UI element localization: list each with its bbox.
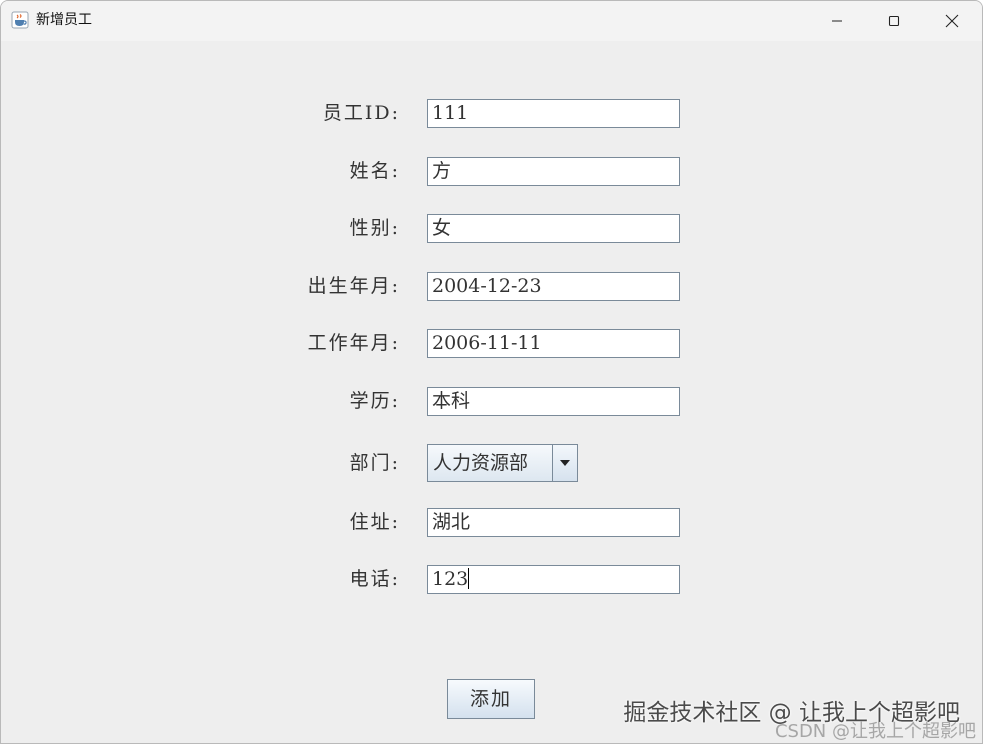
gender-label: 性别: bbox=[349, 217, 400, 239]
gender-input[interactable]: 女 bbox=[427, 214, 680, 243]
employee-id-label: 员工ID: bbox=[322, 102, 400, 124]
chevron-down-icon bbox=[560, 460, 570, 466]
name-label: 姓名: bbox=[349, 160, 400, 182]
birth-date-input[interactable]: 2004-12-23 bbox=[427, 272, 680, 301]
phone-value: 123 bbox=[432, 568, 469, 590]
phone-label: 电话: bbox=[349, 568, 400, 590]
java-cup-icon bbox=[11, 11, 29, 29]
name-input[interactable]: 方 bbox=[427, 157, 680, 186]
phone-input[interactable]: 123 bbox=[427, 565, 680, 594]
department-label: 部门: bbox=[349, 452, 400, 474]
window-title: 新增员工 bbox=[36, 12, 92, 28]
text-caret bbox=[468, 568, 470, 589]
maximize-icon bbox=[888, 15, 900, 27]
work-date-input[interactable]: 2006-11-11 bbox=[427, 329, 680, 358]
employee-id-input[interactable]: 111 bbox=[427, 99, 680, 128]
birth-date-label: 出生年月: bbox=[307, 275, 400, 297]
education-input[interactable]: 本科 bbox=[427, 387, 680, 416]
address-input[interactable]: 湖北 bbox=[427, 508, 680, 537]
dialog-window: 新增员工 员工ID: 111 姓名: 方 性别: 女 出生年月: 2004-12… bbox=[0, 0, 983, 744]
close-icon bbox=[945, 14, 959, 28]
add-button[interactable]: 添加 bbox=[447, 679, 535, 719]
form-panel: 员工ID: 111 姓名: 方 性别: 女 出生年月: 2004-12-23 工… bbox=[1, 41, 982, 743]
department-selected-value: 人力资源部 bbox=[433, 452, 529, 474]
education-label: 学历: bbox=[349, 390, 400, 412]
minimize-icon bbox=[832, 20, 842, 22]
work-date-label: 工作年月: bbox=[307, 332, 400, 354]
department-dropdown-button[interactable] bbox=[552, 445, 577, 481]
maximize-button[interactable] bbox=[866, 1, 922, 41]
title-bar[interactable]: 新增员工 bbox=[1, 1, 982, 41]
watermark-csdn: CSDN @让我上个超影吧 bbox=[774, 721, 976, 742]
close-button[interactable] bbox=[924, 1, 980, 41]
department-select[interactable]: 人力资源部 bbox=[427, 444, 578, 482]
minimize-button[interactable] bbox=[809, 1, 865, 41]
address-label: 住址: bbox=[349, 511, 400, 533]
